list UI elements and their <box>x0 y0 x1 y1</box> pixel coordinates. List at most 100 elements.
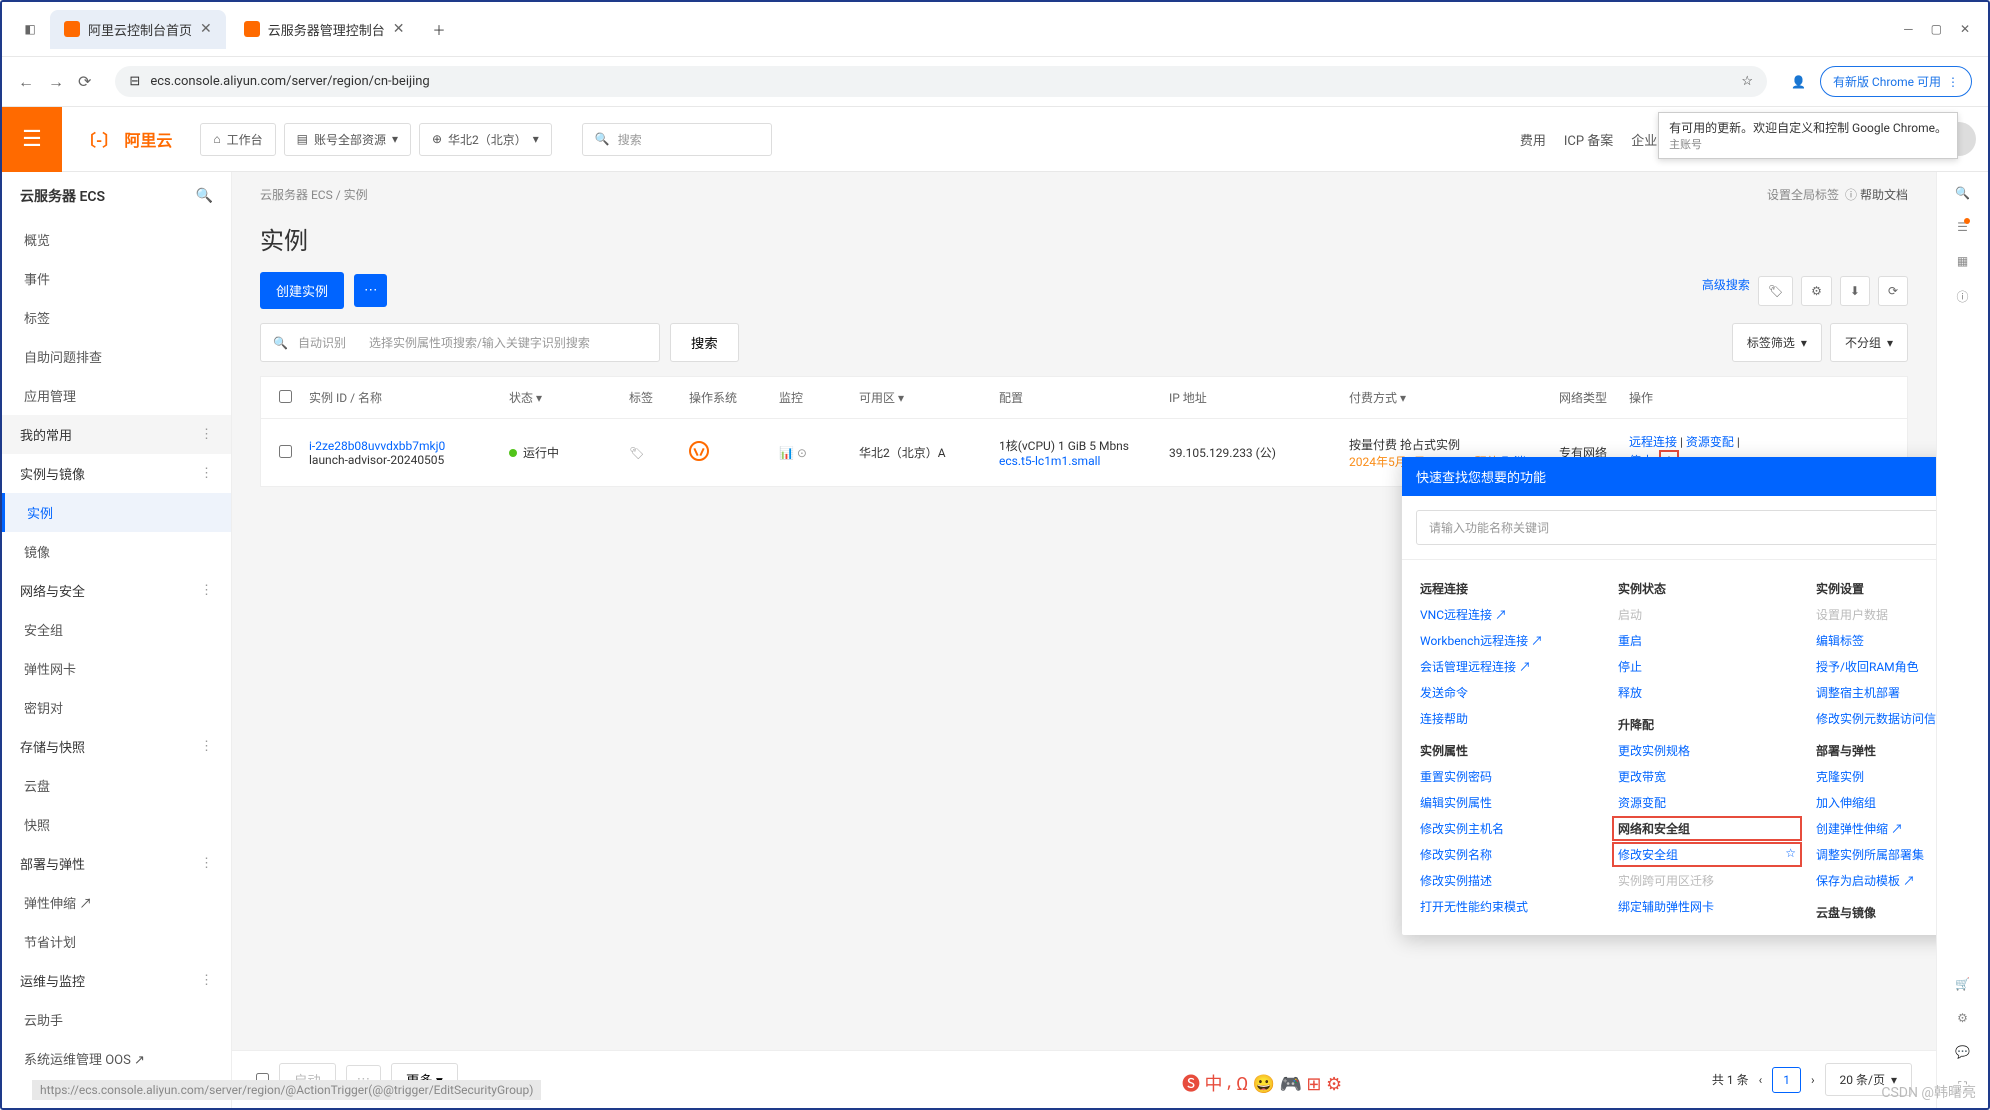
sidebar-eni[interactable]: 弹性网卡 <box>2 649 231 688</box>
group-select[interactable]: 不分组 ▾ <box>1830 323 1908 362</box>
sidebar-keypair[interactable]: 密钥对 <box>2 688 231 727</box>
action-host-deploy[interactable]: 调整宿主机部署 <box>1816 684 1936 701</box>
action-metadata[interactable]: 修改实例元数据访问信息 <box>1816 710 1936 727</box>
window-menu-icon[interactable]: ◧ <box>10 9 50 49</box>
bookmark-icon[interactable]: ☆ <box>1741 74 1753 89</box>
notification-rail-icon[interactable]: ☰ <box>1957 220 1968 234</box>
account-selector[interactable]: ▤ 账号全部资源 ▾ <box>284 123 411 156</box>
remote-connect-link[interactable]: 远程连接 <box>1629 435 1677 449</box>
link-icp[interactable]: ICP 备案 <box>1564 130 1613 149</box>
aliyun-logo[interactable]: 〔-〕阿里云 <box>62 127 190 151</box>
feedback-rail-icon[interactable]: 💬 <box>1955 1045 1970 1059</box>
profile-icon[interactable]: 👤 <box>1791 75 1806 89</box>
sidebar-instance[interactable]: 实例 <box>2 493 231 532</box>
workbench-button[interactable]: ⌂ 工作台 <box>200 123 275 156</box>
tag-icon[interactable]: 🏷 <box>629 446 644 460</box>
sidebar-group-storage[interactable]: 存储与快照⋮ <box>2 727 231 766</box>
action-reset-pwd[interactable]: 重置实例密码 <box>1420 768 1598 785</box>
global-search-input[interactable]: 🔍 搜索 <box>582 123 772 156</box>
ime-toolbar[interactable]: 🅢 中 ⸴ Ω 😀 🎮 ⊞ ⚙ <box>1182 1070 1342 1096</box>
page-number[interactable]: 1 <box>1772 1067 1801 1093</box>
prev-page-icon[interactable]: ‹ <box>1759 1073 1763 1087</box>
action-create-ess[interactable]: 创建弹性伸缩 ↗ <box>1816 820 1936 837</box>
new-tab-button[interactable]: ＋ <box>423 10 456 49</box>
search-button[interactable]: 搜索 <box>670 323 739 362</box>
site-info-icon[interactable]: ⊟ <box>129 74 140 89</box>
layers-rail-icon[interactable]: ▦ <box>1957 254 1968 268</box>
popup-search-input[interactable]: 请输入功能名称关键词🔍 <box>1416 510 1936 545</box>
action-stop[interactable]: 停止 <box>1618 658 1796 675</box>
select-all-checkbox[interactable] <box>279 390 292 403</box>
sidebar-tags[interactable]: 标签 <box>2 298 231 337</box>
action-send-cmd[interactable]: 发送命令 <box>1420 684 1598 701</box>
help-rail-icon[interactable]: ⓘ <box>1956 288 1968 305</box>
star-icon[interactable]: ☆ <box>1785 846 1796 863</box>
link-enterprise[interactable]: 企业 <box>1631 130 1657 149</box>
url-bar[interactable]: ⊟ecs.console.aliyun.com/server/region/cn… <box>115 66 1767 97</box>
help-link[interactable]: 帮助文档 <box>1860 188 1908 202</box>
chrome-update-button[interactable]: 有新版 Chrome 可用⋮ <box>1820 66 1972 97</box>
action-workbench[interactable]: Workbench远程连接 ↗ <box>1420 632 1598 649</box>
global-tag-link[interactable]: 设置全局标签 <box>1767 188 1839 202</box>
more-create-button[interactable]: ⋯ <box>354 274 387 307</box>
advanced-search-link[interactable]: 高级搜索 <box>1702 276 1750 306</box>
action-join-sg[interactable]: 加入伸缩组 <box>1816 794 1936 811</box>
resource-change-link[interactable]: 资源变配 <box>1686 435 1734 449</box>
close-icon[interactable]: ✕ <box>200 21 212 37</box>
sidebar-savings[interactable]: 节省计划 <box>2 922 231 961</box>
action-change-bw[interactable]: 更改带宽 <box>1618 768 1796 785</box>
browser-tab-0[interactable]: 阿里云控制台首页✕ <box>50 10 226 49</box>
sidebar-group-deploy[interactable]: 部署与弹性⋮ <box>2 844 231 883</box>
filter-icon[interactable]: ▾ <box>1400 391 1406 405</box>
action-vnc[interactable]: VNC远程连接 ↗ <box>1420 606 1598 623</box>
action-restart[interactable]: 重启 <box>1618 632 1796 649</box>
forward-icon[interactable]: → <box>48 72 64 92</box>
cart-rail-icon[interactable]: 🛒 <box>1955 977 1970 991</box>
filter-icon[interactable]: ▾ <box>898 391 904 405</box>
sidebar-snapshot[interactable]: 快照 <box>2 805 231 844</box>
action-ram-role[interactable]: 授予/收回RAM角色 <box>1816 658 1936 675</box>
sidebar-overview[interactable]: 概览 <box>2 220 231 259</box>
sidebar-oos[interactable]: 系统运维管理 OOS ↗ <box>2 1039 231 1078</box>
create-instance-button[interactable]: 创建实例 <box>260 272 344 309</box>
sidebar-assistant[interactable]: 云助手 <box>2 1000 231 1039</box>
next-page-icon[interactable]: › <box>1811 1073 1815 1087</box>
settings-icon-button[interactable]: ⚙ <box>1801 276 1832 306</box>
reload-icon[interactable]: ⟳ <box>78 72 91 91</box>
action-bind-eni[interactable]: 绑定辅助弹性网卡 <box>1618 898 1796 915</box>
download-icon-button[interactable]: ⬇ <box>1840 276 1870 306</box>
action-resource[interactable]: 资源变配 <box>1618 794 1796 811</box>
sidebar-ess[interactable]: 弹性伸缩 ↗ <box>2 883 231 922</box>
action-edit-name[interactable]: 修改实例名称 <box>1420 846 1598 863</box>
gear-rail-icon[interactable]: ⚙ <box>1957 1011 1968 1025</box>
sidebar-group-ops[interactable]: 运维与监控⋮ <box>2 961 231 1000</box>
monitor-icon[interactable]: 📊 ⊙ <box>779 446 807 460</box>
sidebar-appmgmt[interactable]: 应用管理 <box>2 376 231 415</box>
close-window-icon[interactable]: ✕ <box>1960 22 1970 36</box>
search-icon[interactable]: 🔍 <box>196 188 213 204</box>
breadcrumb-ecs[interactable]: 云服务器 ECS <box>260 188 333 202</box>
maximize-icon[interactable]: ▢ <box>1931 22 1942 36</box>
action-change-spec[interactable]: 更改实例规格 <box>1618 742 1796 759</box>
close-icon[interactable]: ✕ <box>393 21 405 37</box>
action-deployset[interactable]: 调整实例所属部署集 <box>1816 846 1936 863</box>
minimize-icon[interactable]: ─ <box>1904 22 1913 36</box>
sidebar-image[interactable]: 镜像 <box>2 532 231 571</box>
action-no-perf[interactable]: 打开无性能约束模式 <box>1420 898 1598 915</box>
action-edit-attr[interactable]: 编辑实例属性 <box>1420 794 1598 811</box>
sidebar-disk[interactable]: 云盘 <box>2 766 231 805</box>
action-edit-desc[interactable]: 修改实例描述 <box>1420 872 1598 889</box>
sidebar-secgroup[interactable]: 安全组 <box>2 610 231 649</box>
sidebar-group-network[interactable]: 网络与安全⋮ <box>2 571 231 610</box>
action-session[interactable]: 会话管理远程连接 ↗ <box>1420 658 1598 675</box>
action-clone[interactable]: 克隆实例 <box>1816 768 1936 785</box>
action-modify-secgroup[interactable]: 修改安全组 <box>1618 846 1678 863</box>
sidebar-group-instance[interactable]: 实例与镜像⋮ <box>2 454 231 493</box>
action-save-template[interactable]: 保存为启动模板 ↗ <box>1816 872 1936 889</box>
instance-id-link[interactable]: i-2ze28b08uvvdxbb7mkj0 <box>309 439 445 453</box>
action-conn-help[interactable]: 连接帮助 <box>1420 710 1598 727</box>
link-cost[interactable]: 费用 <box>1520 130 1546 149</box>
back-icon[interactable]: ← <box>18 72 34 92</box>
filter-icon[interactable]: ▾ <box>536 391 542 405</box>
search-rail-icon[interactable]: 🔍 <box>1955 186 1970 200</box>
